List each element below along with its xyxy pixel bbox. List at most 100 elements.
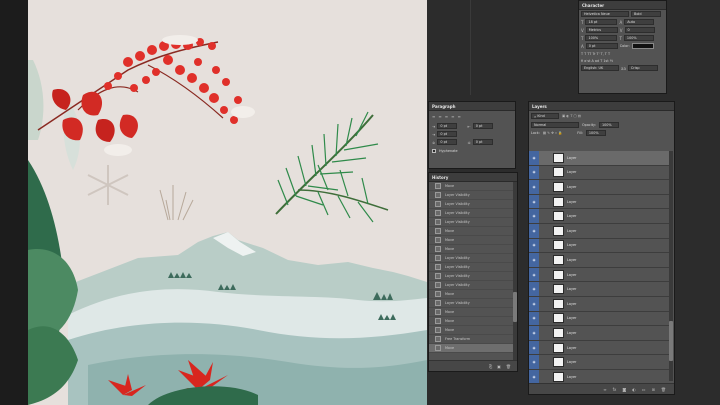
language-select[interactable]: English: UK	[581, 65, 619, 71]
font-family-select[interactable]: Helvetica Neue	[581, 11, 629, 17]
layer-name[interactable]: Layer	[567, 273, 576, 277]
layer-name[interactable]: Layer	[567, 375, 576, 379]
layer-row[interactable]: ◉ Layer	[529, 223, 669, 239]
lock-icons[interactable]: ▩ ✎ ✥ ⌗ 🔒	[543, 131, 562, 135]
layer-row[interactable]: ◉ Layer	[529, 267, 669, 283]
justify-icon[interactable]: ≡	[451, 114, 454, 119]
trash-icon[interactable]: 🗑	[506, 364, 511, 369]
hyphenate-checkbox[interactable]	[432, 149, 436, 153]
mask-icon[interactable]: ◙	[622, 387, 626, 392]
fill-field[interactable]: 100%	[585, 130, 606, 136]
layer-name[interactable]: Layer	[567, 360, 576, 364]
visibility-eye-icon[interactable]: ◉	[529, 165, 539, 180]
indent-right-field[interactable]: 0 pt	[472, 123, 493, 129]
layer-name[interactable]: Layer	[567, 156, 576, 160]
history-item[interactable]: Move	[429, 308, 517, 317]
filter-icons[interactable]: ▣ ◐ T ▢ ▤	[562, 114, 581, 118]
history-item[interactable]: Layer Visibility	[429, 191, 517, 200]
layer-name[interactable]: Layer	[567, 302, 576, 306]
history-scrollbar[interactable]	[513, 182, 517, 362]
layer-row[interactable]: ◉ Layer	[529, 282, 669, 297]
layer-row[interactable]: ◉ Layer	[529, 296, 669, 312]
new-layer-icon[interactable]: ⊞	[652, 387, 655, 392]
paragraph-panel[interactable]: Paragraph ≡ ≡ ≡ ≡ ≡ ⇥ 0 pt ⇤ 0 pt ⇥ 0 pt…	[428, 101, 516, 169]
antialias-select[interactable]: Crisp	[627, 65, 658, 71]
alignment-buttons[interactable]: ≡ ≡ ≡ ≡ ≡	[429, 111, 515, 122]
history-item[interactable]: Move	[429, 326, 517, 335]
layer-name[interactable]: Layer	[567, 170, 576, 174]
history-item[interactable]: Layer Visibility	[429, 299, 517, 308]
space-after-field[interactable]: 0 pt	[472, 139, 493, 145]
layer-row[interactable]: ◉ Layer	[529, 340, 669, 356]
new-document-icon[interactable]: ▣	[497, 364, 501, 369]
layer-name[interactable]: Layer	[567, 331, 576, 335]
layer-name[interactable]: Layer	[567, 346, 576, 350]
history-item[interactable]: Move	[429, 182, 517, 191]
horizontal-scale-field[interactable]: 100%	[623, 35, 654, 41]
history-item[interactable]: Layer Visibility	[429, 209, 517, 218]
layer-name[interactable]: Layer	[567, 200, 576, 204]
folder-icon[interactable]: ▭	[642, 387, 646, 392]
font-style-select[interactable]: Bold	[631, 11, 661, 17]
layer-row[interactable]: ◉ Layer	[529, 311, 669, 327]
layer-row[interactable]: ◉ Layer	[529, 326, 669, 341]
history-panel[interactable]: History Move Layer Visibility Layer Visibi…	[428, 172, 518, 372]
visibility-eye-icon[interactable]: ◉	[529, 282, 539, 296]
layer-row[interactable]: ◉ Layer	[529, 151, 669, 166]
visibility-eye-icon[interactable]: ◉	[529, 194, 539, 209]
visibility-eye-icon[interactable]: ◉	[529, 253, 539, 267]
layer-name[interactable]: Layer	[567, 214, 576, 218]
adjustment-icon[interactable]: ◐	[632, 387, 636, 392]
opacity-field[interactable]: 100%	[598, 122, 619, 128]
character-panel[interactable]: Character Helvetica Neue Bold T 18 pt A …	[578, 0, 667, 94]
layer-name[interactable]: Layer	[567, 185, 576, 189]
fx-icon[interactable]: fx	[613, 387, 617, 392]
layer-name[interactable]: Layer	[567, 258, 576, 262]
visibility-eye-icon[interactable]: ◉	[529, 267, 539, 282]
space-before-field[interactable]: 0 pt	[437, 139, 458, 145]
tracking-field[interactable]: 0	[624, 27, 655, 33]
link-icon[interactable]: ∞	[603, 387, 606, 392]
history-item[interactable]: Move	[429, 317, 517, 326]
history-item[interactable]: Move	[429, 227, 517, 236]
visibility-eye-icon[interactable]: ◉	[529, 340, 539, 355]
document-canvas[interactable]	[28, 0, 427, 405]
indent-left-field[interactable]: 0 pt	[437, 123, 458, 129]
style-buttons[interactable]: T T TT Tr T' T, T T	[581, 52, 610, 56]
history-item[interactable]: Layer Visibility	[429, 254, 517, 263]
layer-row[interactable]: ◉ Layer	[529, 253, 669, 268]
align-left-icon[interactable]: ≡	[432, 114, 435, 119]
layer-name[interactable]: Layer	[567, 243, 576, 247]
color-swatch[interactable]	[631, 43, 654, 49]
filter-kind-select[interactable]: ⌕ Kind	[531, 113, 559, 119]
history-item[interactable]: Layer Visibility	[429, 263, 517, 272]
layer-name[interactable]: Layer	[567, 229, 576, 233]
visibility-eye-icon[interactable]: ◉	[529, 296, 539, 311]
trash-icon[interactable]: 🗑	[661, 387, 666, 392]
layer-name[interactable]: Layer	[567, 316, 576, 320]
leading-field[interactable]: Auto	[624, 19, 655, 25]
kerning-field[interactable]: Metrics	[585, 27, 618, 33]
visibility-eye-icon[interactable]: ◉	[529, 223, 539, 238]
layer-row[interactable]: ◉ Layer	[529, 194, 669, 210]
layers-panel[interactable]: Layers ⌕ Kind ▣ ◐ T ▢ ▤ Normal Opacity: …	[528, 101, 675, 395]
visibility-eye-icon[interactable]: ◉	[529, 238, 539, 253]
snapshot-icon[interactable]: ⎘	[489, 364, 492, 369]
visibility-eye-icon[interactable]: ◉	[529, 151, 539, 165]
history-item[interactable]: Layer Visibility	[429, 218, 517, 227]
layer-name[interactable]: Layer	[567, 287, 576, 291]
justify-all-icon[interactable]: ≡	[457, 114, 460, 119]
opentype-buttons[interactable]: fi ơ st A ad T 1st ½	[581, 59, 613, 63]
visibility-eye-icon[interactable]: ◉	[529, 209, 539, 223]
history-item[interactable]: Free Transform	[429, 335, 517, 344]
vertical-scale-field[interactable]: 100%	[585, 35, 618, 41]
indent-first-field[interactable]: 0 pt	[437, 131, 458, 137]
history-item[interactable]: Layer Visibility	[429, 272, 517, 281]
history-item[interactable]: Layer Visibility	[429, 200, 517, 209]
history-item[interactable]: Move	[429, 245, 517, 254]
history-item[interactable]: Move	[429, 344, 517, 353]
visibility-eye-icon[interactable]: ◉	[529, 369, 539, 384]
layer-row[interactable]: ◉ Layer	[529, 180, 669, 195]
visibility-eye-icon[interactable]: ◉	[529, 180, 539, 194]
layer-row[interactable]: ◉ Layer	[529, 209, 669, 224]
